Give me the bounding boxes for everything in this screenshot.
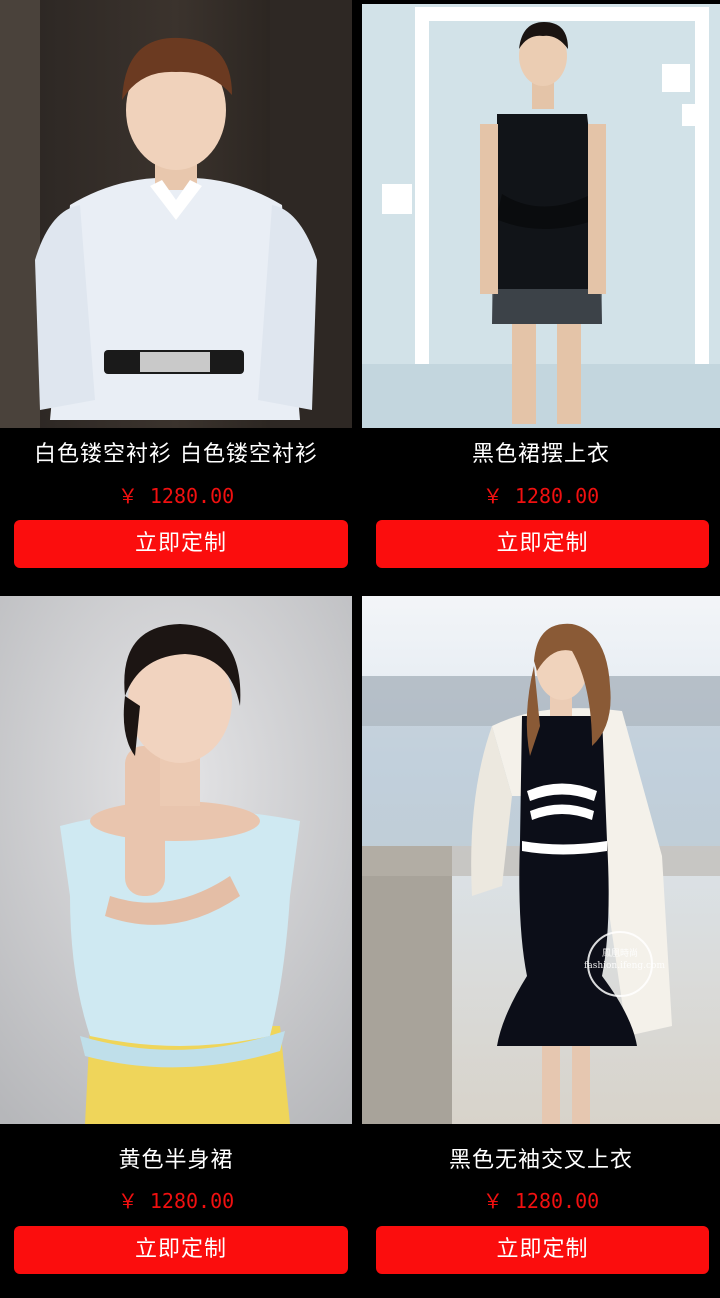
product-title: 黄色半身裙 <box>118 1148 234 1173</box>
customize-button[interactable]: 立即定制 <box>14 520 348 568</box>
product-card: 鳳凰時尚 fashion.ifeng.com 黑色无袖交叉上衣 ￥ 1280.0… <box>362 596 720 1298</box>
product-price: ￥ 1280.00 <box>482 1189 600 1213</box>
product-title: 黑色裙摆上衣 <box>471 442 610 467</box>
product-price: ￥ 1280.00 <box>117 1189 235 1213</box>
product-photo[interactable] <box>0 0 352 428</box>
product-title: 黑色无袖交叉上衣 <box>448 1148 633 1173</box>
customize-button[interactable]: 立即定制 <box>376 520 709 568</box>
product-card: 黄色半身裙 ￥ 1280.00 立即定制 <box>0 596 352 1298</box>
customize-button[interactable]: 立即定制 <box>376 1226 709 1274</box>
watermark: 鳳凰時尚 fashion.ifeng.com <box>584 949 666 971</box>
product-grid: 白色镂空衬衫 白色镂空衬衫 ￥ 1280.00 立即定制 黑色裙摆上衣 ￥ 12… <box>0 0 720 1298</box>
product-title: 白色镂空衬衫 白色镂空衬衫 <box>34 442 318 467</box>
product-price: ￥ 1280.00 <box>117 484 235 508</box>
product-card: 黑色裙摆上衣 ￥ 1280.00 立即定制 <box>362 0 720 578</box>
product-photo[interactable] <box>362 4 720 428</box>
product-card: 白色镂空衬衫 白色镂空衬衫 ￥ 1280.00 立即定制 <box>0 0 352 578</box>
product-photo[interactable]: 鳳凰時尚 fashion.ifeng.com <box>362 596 720 1124</box>
product-photo[interactable] <box>0 596 352 1124</box>
customize-button[interactable]: 立即定制 <box>14 1226 348 1274</box>
product-price: ￥ 1280.00 <box>482 484 600 508</box>
